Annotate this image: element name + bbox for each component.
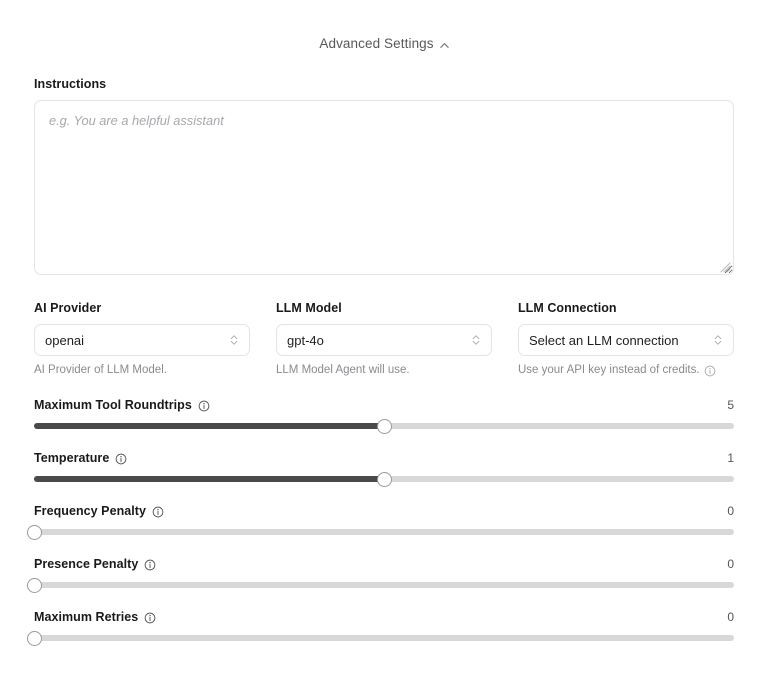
ai-provider-helper: AI Provider of LLM Model.: [34, 364, 250, 376]
slider-header: Temperature 1: [34, 451, 734, 465]
info-icon[interactable]: [115, 453, 127, 465]
slider-value: 0: [727, 610, 734, 624]
chevron-up-icon[interactable]: [439, 40, 449, 50]
ai-provider-select-wrap: openai: [34, 324, 250, 356]
info-icon[interactable]: [144, 612, 156, 624]
llm-connection-label: LLM Connection: [518, 301, 617, 315]
info-icon[interactable]: [704, 365, 716, 377]
llm-model-helper-text: LLM Model Agent will use.: [276, 364, 410, 376]
advanced-settings-panel: Advanced Settings Instructions AI P: [0, 0, 768, 691]
instructions-textarea-wrap: [34, 100, 734, 275]
llm-model-select-wrap: gpt-4o: [276, 324, 492, 356]
slider-maximum-retries: Maximum Retries 0: [26, 610, 734, 646]
slider-maximum-tool-roundtrips: Maximum Tool Roundtrips 5: [34, 398, 734, 434]
llm-connection-value: Select an LLM connection: [529, 332, 679, 348]
ai-provider-field: AI Provider openai AI Provider of LLM Mo…: [34, 301, 250, 376]
chevron-updown-icon: [713, 333, 723, 347]
slider-value: 0: [727, 557, 734, 571]
ai-provider-select[interactable]: openai: [34, 324, 250, 356]
slider-track[interactable]: [34, 471, 734, 487]
slider-label: Presence Penalty: [34, 557, 139, 571]
advanced-settings-toggle[interactable]: Advanced Settings: [0, 0, 768, 51]
slider-thumb[interactable]: [376, 471, 392, 487]
ai-provider-value: openai: [45, 332, 85, 348]
slider-label: Maximum Retries: [34, 610, 139, 624]
slider-track[interactable]: [26, 524, 734, 540]
chevron-updown-icon: [229, 333, 239, 347]
slider-label: Frequency Penalty: [34, 504, 147, 518]
info-icon[interactable]: [198, 400, 210, 412]
slider-track[interactable]: [34, 418, 734, 434]
slider-value: 5: [727, 398, 734, 412]
slider-label: Maximum Tool Roundtrips: [34, 398, 192, 412]
settings-content: Instructions AI Provider openai: [0, 77, 768, 646]
chevron-updown-icon: [471, 333, 481, 347]
instructions-label: Instructions: [34, 77, 107, 91]
llm-model-select[interactable]: gpt-4o: [276, 324, 492, 356]
slider-fill: [34, 423, 384, 429]
slider-frequency-penalty: Frequency Penalty 0: [26, 504, 734, 540]
ai-provider-helper-text: AI Provider of LLM Model.: [34, 364, 167, 376]
slider-header: Maximum Retries 0: [34, 610, 734, 624]
slider-temperature: Temperature 1: [34, 451, 734, 487]
slider-thumb[interactable]: [376, 418, 392, 434]
ai-provider-label: AI Provider: [34, 301, 102, 315]
instructions-field: Instructions: [34, 77, 734, 275]
slider-track[interactable]: [26, 630, 734, 646]
llm-connection-select-wrap: Select an LLM connection: [518, 324, 734, 356]
slider-header: Frequency Penalty 0: [34, 504, 734, 518]
llm-model-label: LLM Model: [276, 301, 342, 315]
llm-connection-helper: Use your API key instead of credits.: [518, 364, 734, 377]
slider-header: Presence Penalty 0: [34, 557, 734, 571]
slider-label-group: Maximum Tool Roundtrips: [34, 398, 210, 412]
llm-connection-select[interactable]: Select an LLM connection: [518, 324, 734, 356]
llm-model-value: gpt-4o: [287, 332, 324, 348]
llm-model-field: LLM Model gpt-4o LLM Model Agent will us…: [276, 301, 492, 376]
slider-label-group: Maximum Retries: [34, 610, 156, 624]
slider-value: 1: [727, 451, 734, 465]
llm-connection-field: LLM Connection Select an LLM connection: [518, 301, 734, 377]
slider-thumb[interactable]: [26, 630, 42, 646]
info-icon[interactable]: [144, 559, 156, 571]
slider-fill: [34, 476, 384, 482]
model-config-row: AI Provider openai AI Provider of LLM Mo…: [34, 301, 734, 377]
instructions-input[interactable]: [34, 100, 734, 275]
slider-track[interactable]: [26, 577, 734, 593]
slider-thumb[interactable]: [26, 524, 42, 540]
llm-connection-helper-text: Use your API key instead of credits.: [518, 364, 700, 376]
slider-header: Maximum Tool Roundtrips 5: [34, 398, 734, 412]
slider-value: 0: [727, 504, 734, 518]
slider-label-group: Presence Penalty: [34, 557, 156, 571]
slider-thumb[interactable]: [26, 577, 42, 593]
info-icon[interactable]: [152, 506, 164, 518]
slider-label-group: Temperature: [34, 451, 127, 465]
slider-presence-penalty: Presence Penalty 0: [26, 557, 734, 593]
slider-label-group: Frequency Penalty: [34, 504, 164, 518]
llm-model-helper: LLM Model Agent will use.: [276, 364, 492, 376]
slider-label: Temperature: [34, 451, 110, 465]
page-title: Advanced Settings: [319, 36, 434, 51]
